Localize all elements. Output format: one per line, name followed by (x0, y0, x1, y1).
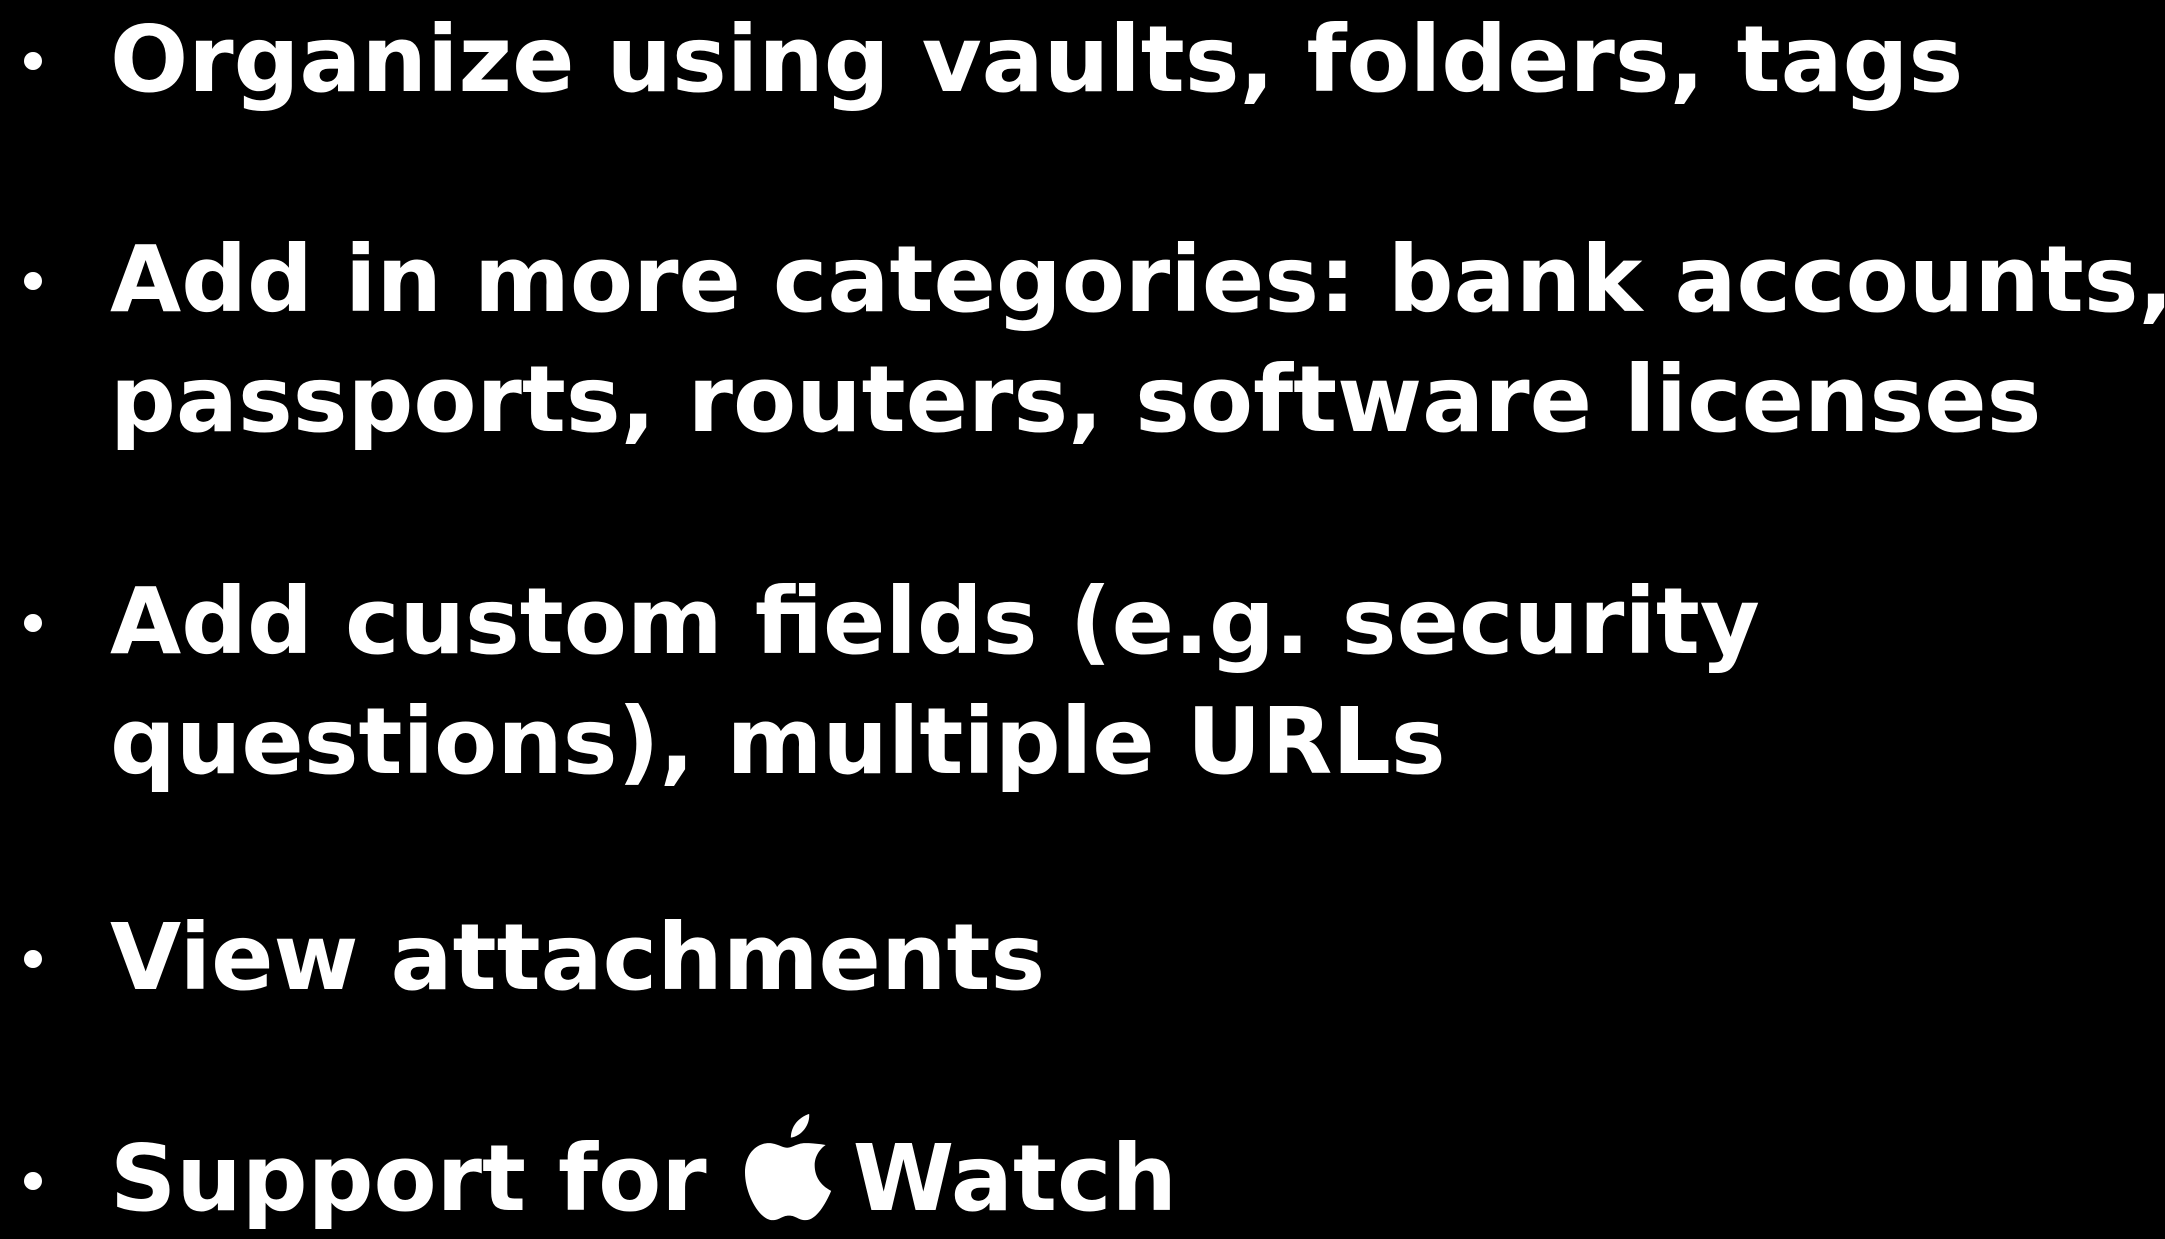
slide: Organize using vaults, folders, tags Add… (0, 0, 2165, 1232)
bullet-text-after-icon: Watch (852, 1125, 1177, 1232)
bullet-line: passports, routers, software licenses (110, 346, 2042, 453)
bullet-dot (24, 614, 42, 632)
bullet-dot (24, 950, 42, 968)
bullet-line: Add custom fields (e.g. security (110, 568, 1760, 675)
bullet-text: Organize using vaults, folders, tags (110, 0, 1963, 120)
bullet-text: Support for Watch (110, 1112, 1177, 1239)
bullet-line: Add in more categories: bank accounts, (110, 226, 2165, 333)
bullet-text-before-icon: Support for (110, 1125, 707, 1232)
bullet-line: questions), multiple URLs (110, 688, 1446, 795)
bullet-line: View attachments (110, 904, 1046, 1011)
bullet-line: Organize using vaults, folders, tags (110, 6, 1964, 113)
bullet-text: Add in more categories: bank accounts, p… (110, 220, 2165, 460)
bullet-dot (24, 1172, 42, 1190)
bullet-text: Add custom fields (e.g. security questio… (110, 562, 1760, 802)
bullet-text: View attachments (110, 898, 1045, 1018)
bullet-dot (24, 52, 42, 70)
bullet-dot (24, 272, 42, 290)
apple-logo-icon (743, 1112, 835, 1222)
